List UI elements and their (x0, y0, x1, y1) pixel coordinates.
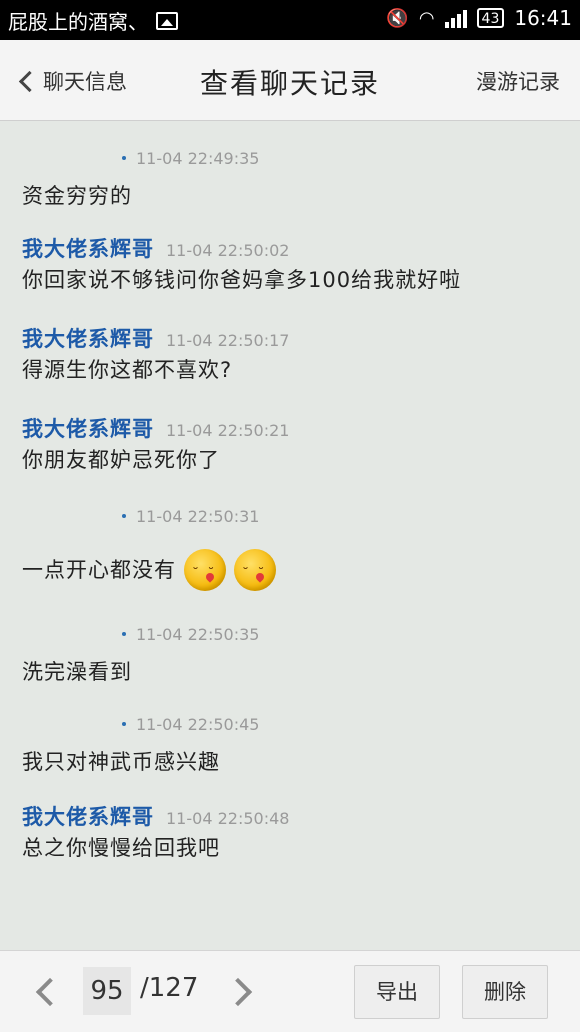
mute-icon: 🔇 (386, 7, 409, 29)
message-time: 11-04 22:50:02 (166, 241, 290, 260)
page-number-input[interactable]: 95 (83, 967, 131, 1015)
message-text: 你回家说不够钱问你爸妈拿多100给我就好啦 (22, 268, 462, 292)
message-text: 总之你慢慢给回我吧 (22, 836, 220, 860)
message-time: 11-04 22:50:31 (136, 507, 260, 526)
message-time: 11-04 22:50:21 (166, 421, 290, 440)
own-message-dot-icon (122, 722, 126, 726)
message-text-with-emoji: 一点开心都没有 (22, 549, 580, 591)
notification-text: 屁股上的酒窝、 (8, 10, 148, 34)
pagination-footer: 95 /127 导出 删除 (0, 950, 580, 1032)
message-time: 11-04 22:50:48 (166, 809, 290, 828)
message-item: 我大佬系辉哥 11-04 22:50:17 得源生你这都不喜欢? (0, 323, 580, 387)
message-item: 我大佬系辉哥 11-04 22:50:48 总之你慢慢给回我吧 (0, 801, 580, 865)
status-bar: 屁股上的酒窝、 🔇 ◠ 43 16:41 (0, 0, 580, 40)
previous-page-icon[interactable] (35, 977, 65, 1007)
battery-icon: 43 (476, 8, 505, 28)
own-message-dot-icon (122, 514, 126, 518)
message-meta: 11-04 22:50:31 (0, 507, 580, 537)
image-notification-icon (156, 11, 178, 30)
message-item: 11-04 22:50:31 一点开心都没有 (0, 507, 580, 591)
message-meta: 11-04 22:50:35 (0, 625, 580, 655)
own-message-dot-icon (122, 156, 126, 160)
back-button[interactable]: 聊天信息 (16, 66, 127, 96)
message-time: 11-04 22:50:45 (136, 715, 260, 734)
back-label: 聊天信息 (43, 70, 127, 94)
message-text: 得源生你这都不喜欢? (22, 358, 233, 382)
header-bar: 聊天信息 查看聊天记录 漫游记录 (0, 40, 580, 121)
message-sender: 我大佬系辉哥 (22, 237, 154, 261)
chat-history-list[interactable]: 11-04 22:49:35 资金穷穷的 我大佬系辉哥 11-04 22:50:… (0, 121, 580, 950)
message-meta: 我大佬系辉哥 11-04 22:50:48 (0, 801, 580, 831)
message-sender: 我大佬系辉哥 (22, 805, 154, 829)
message-sender: 我大佬系辉哥 (22, 417, 154, 441)
clock: 16:41 (514, 6, 572, 30)
message-time: 11-04 22:49:35 (136, 149, 260, 168)
message-text: 你朋友都妒忌死你了 (22, 448, 220, 472)
message-text: 资金穷穷的 (22, 184, 132, 208)
message-time: 11-04 22:50:35 (136, 625, 260, 644)
next-page-icon[interactable] (223, 977, 253, 1007)
message-sender: 我大佬系辉哥 (22, 327, 154, 351)
message-item: 11-04 22:50:35 洗完澡看到 (0, 625, 580, 689)
total-pages: /127 (140, 973, 199, 1003)
message-text: 洗完澡看到 (22, 660, 132, 684)
delete-button[interactable]: 删除 (462, 965, 548, 1019)
message-meta: 我大佬系辉哥 11-04 22:50:02 (0, 233, 580, 263)
message-item: 11-04 22:50:45 我只对神武币感兴趣 (0, 715, 580, 779)
wifi-icon: ◠ (418, 7, 435, 29)
message-text: 一点开心都没有 (22, 558, 176, 582)
message-text: 我只对神武币感兴趣 (22, 750, 220, 774)
message-meta: 11-04 22:49:35 (0, 149, 580, 179)
message-meta: 11-04 22:50:45 (0, 715, 580, 745)
message-meta: 我大佬系辉哥 11-04 22:50:17 (0, 323, 580, 353)
own-message-dot-icon (122, 632, 126, 636)
message-time: 11-04 22:50:17 (166, 331, 290, 350)
kiss-emoji-icon (234, 549, 276, 591)
chevron-left-icon (18, 70, 41, 92)
message-item: 我大佬系辉哥 11-04 22:50:02 你回家说不够钱问你爸妈拿多100给我… (0, 233, 580, 297)
message-item: 我大佬系辉哥 11-04 22:50:21 你朋友都妒忌死你了 (0, 413, 580, 477)
message-item: 11-04 22:49:35 资金穷穷的 (0, 149, 580, 213)
roam-records-button[interactable]: 漫游记录 (476, 66, 560, 96)
signal-icon (444, 8, 467, 28)
export-button[interactable]: 导出 (354, 965, 440, 1019)
kiss-emoji-icon (184, 549, 226, 591)
message-meta: 我大佬系辉哥 11-04 22:50:21 (0, 413, 580, 443)
